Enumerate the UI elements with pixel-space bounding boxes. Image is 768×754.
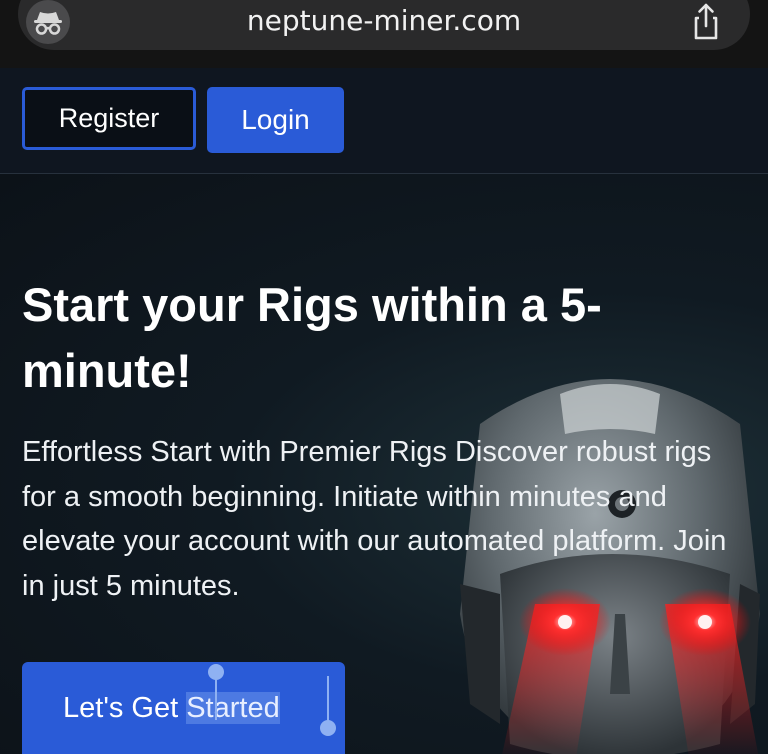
- selection-end-handle[interactable]: [320, 676, 336, 736]
- login-button[interactable]: Login: [207, 87, 344, 153]
- browser-bar: neptune-miner.com: [0, 0, 768, 68]
- hero-title: Start your Rigs within a 5-minute!: [22, 278, 602, 397]
- share-icon[interactable]: [686, 2, 726, 42]
- site-header: Register Login: [0, 68, 768, 174]
- cta-text: Let's Get: [63, 692, 187, 724]
- hero-section: Start your Rigs within a 5-minute! Effor…: [0, 174, 768, 754]
- get-started-button[interactable]: Let's Get Started: [22, 662, 345, 754]
- get-started-label: Let's Get Started: [63, 692, 280, 725]
- register-button[interactable]: Register: [22, 87, 196, 150]
- hero-description: Effortless Start with Premier Rigs Disco…: [22, 436, 727, 602]
- url-text[interactable]: neptune-miner.com: [18, 4, 750, 37]
- selection-start-handle[interactable]: [208, 664, 224, 720]
- cta-selected-text[interactable]: Started: [186, 692, 280, 724]
- address-bar[interactable]: neptune-miner.com: [18, 0, 750, 50]
